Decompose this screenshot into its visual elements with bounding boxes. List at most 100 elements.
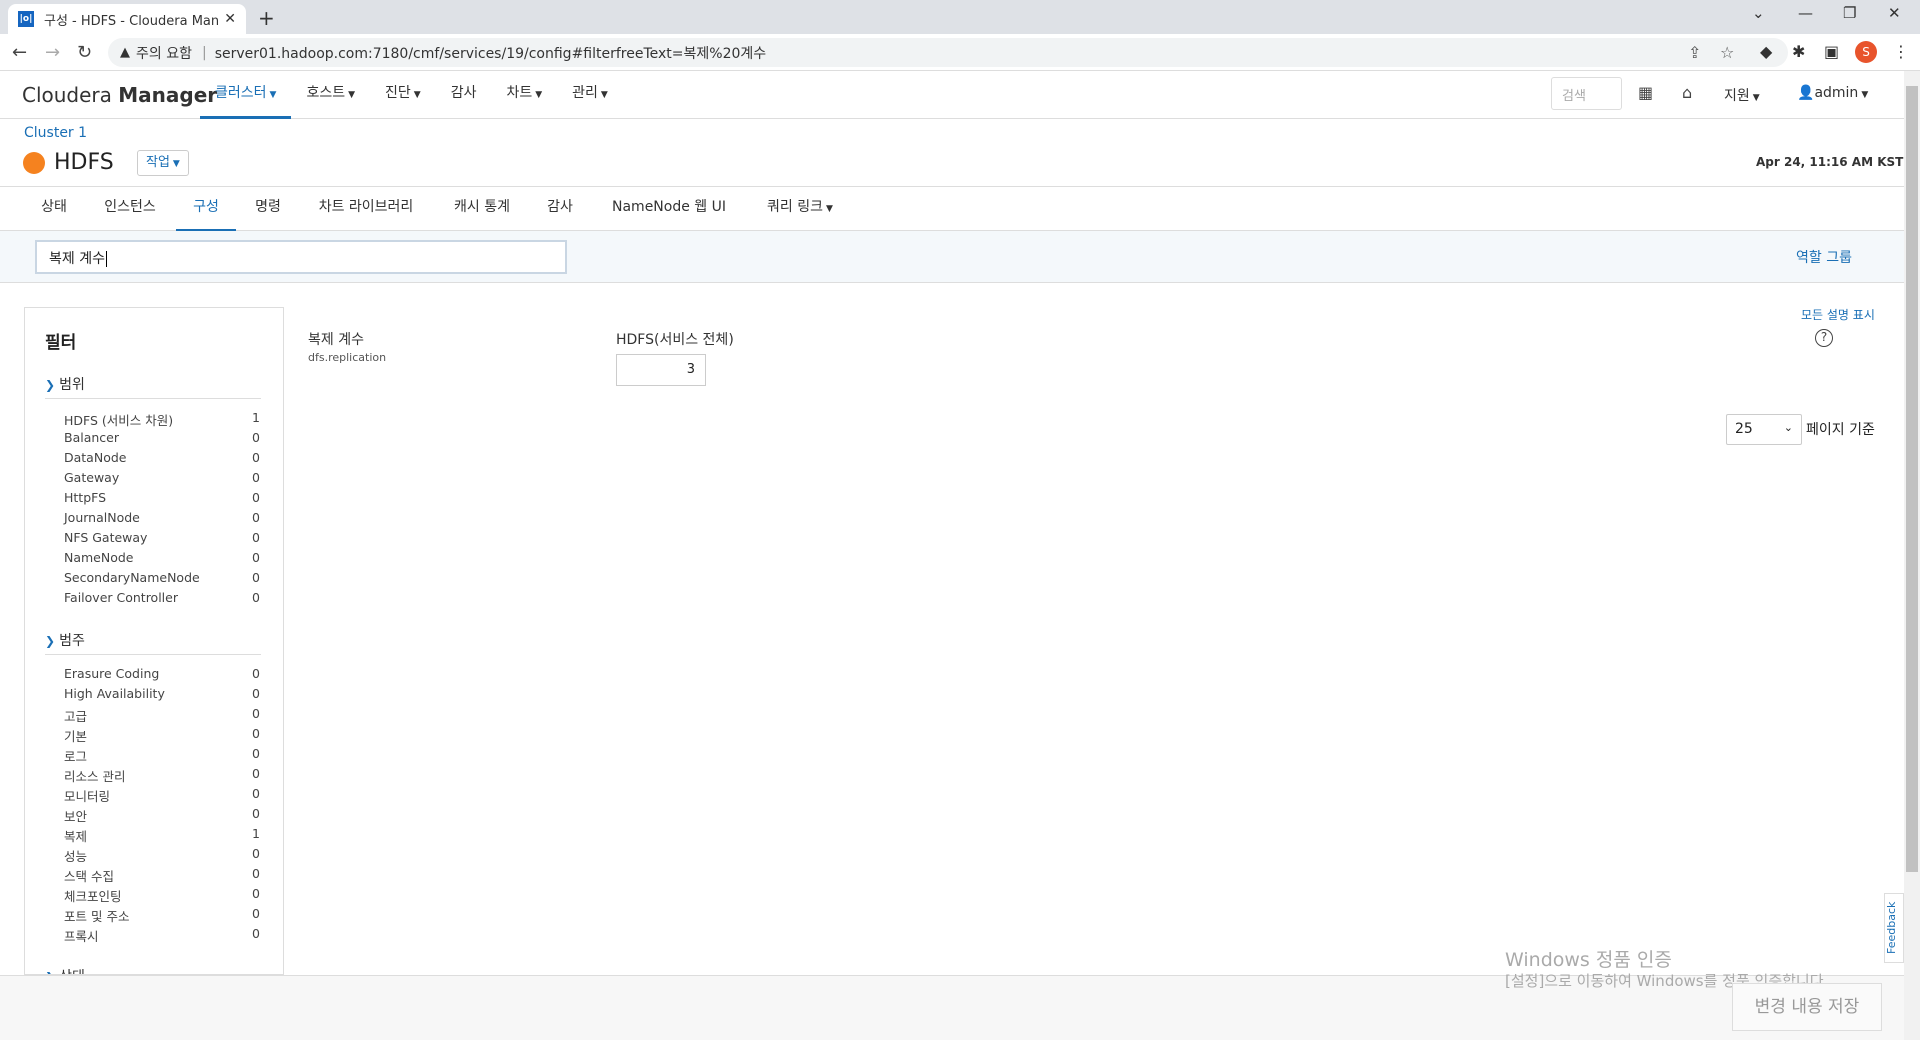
extension-icon[interactable]: ◆ xyxy=(1760,42,1772,61)
filter-item[interactable]: 고급 0 xyxy=(64,706,260,725)
nav-clusters[interactable]: 클러스터 ▼ xyxy=(200,71,292,119)
filter-item[interactable]: Erasure Coding 0 xyxy=(64,666,260,681)
share-icon[interactable]: ⇪ xyxy=(1688,43,1701,62)
filter-item[interactable]: HttpFS 0 xyxy=(64,490,260,505)
browser-tab[interactable]: |o| 구성 - HDFS - Cloudera Manag ✕ xyxy=(8,4,246,34)
address-bar[interactable]: ▲ 주의 요함 | server01.hadoop.com:7180/cmf/s… xyxy=(108,38,1788,67)
filter-bar: 복제 계수 역할 그룹 xyxy=(0,231,1904,283)
timestamp[interactable]: Apr 24, 11:16 AM KST xyxy=(1756,155,1903,169)
service-tabs: 상태 인스턴스 구성 명령 차트 라이브러리 캐시 통계 감사 NameNode… xyxy=(0,186,1904,255)
feedback-tab[interactable]: Feedback xyxy=(1884,893,1904,963)
filter-item[interactable]: NFS Gateway 0 xyxy=(64,530,260,545)
bookmark-star-icon[interactable]: ☆ xyxy=(1720,43,1734,62)
chevron-down-icon: ❯ xyxy=(45,634,56,648)
cloudera-logo[interactable]: Cloudera Manager xyxy=(22,83,217,107)
back-icon[interactable]: ← xyxy=(12,42,27,63)
security-warning[interactable]: 주의 요함 xyxy=(136,43,192,63)
browser-toolbar: ← → ↻ ▲ 주의 요함 | server01.hadoop.com:7180… xyxy=(0,34,1920,71)
filter-item[interactable]: 보안 0 xyxy=(64,806,260,825)
service-name: HDFS xyxy=(54,150,114,175)
filter-item[interactable]: DataNode 0 xyxy=(64,450,260,465)
tab-cache-stats[interactable]: 캐시 통계 xyxy=(450,187,514,232)
header-search-input[interactable]: 검색 xyxy=(1551,77,1622,110)
filter-group-category[interactable]: ❯ 범주 xyxy=(45,630,261,655)
windows-activation-watermark: Windows 정품 인증 xyxy=(1505,949,1672,971)
filter-item[interactable]: 복제 1 xyxy=(64,826,260,845)
forward-icon[interactable]: → xyxy=(45,42,60,63)
scrollbar-thumb[interactable] xyxy=(1906,86,1918,872)
profile-avatar[interactable]: S xyxy=(1855,41,1877,63)
cloudera-favicon-icon: |o| xyxy=(18,11,34,27)
show-all-descriptions-link[interactable]: 모든 설명 표시 xyxy=(1801,306,1875,323)
tab-chart-library[interactable]: 차트 라이브러리 xyxy=(314,187,418,232)
per-page-select[interactable]: 25 ⌄ xyxy=(1726,414,1802,445)
filter-item[interactable]: HDFS (서비스 차원) 1 xyxy=(64,410,260,429)
filter-item[interactable]: 성능 0 xyxy=(64,846,260,865)
tab-commands[interactable]: 명령 xyxy=(252,187,284,232)
filter-item[interactable]: 프록시 0 xyxy=(64,926,260,945)
nav-charts[interactable]: 차트 ▼ xyxy=(491,71,557,119)
filter-item[interactable]: JournalNode 0 xyxy=(64,510,260,525)
replication-value-input[interactable]: 3 xyxy=(616,354,706,386)
parcel-icon[interactable]: ▦ xyxy=(1638,83,1653,102)
support-menu[interactable]: 지원 ▼ xyxy=(1724,85,1760,105)
config-search-input[interactable]: 복제 계수 xyxy=(35,240,567,274)
tab-audits[interactable]: 감사 xyxy=(544,187,576,232)
nav-hosts[interactable]: 호스트 ▼ xyxy=(291,71,370,119)
maximize-icon[interactable]: ❐ xyxy=(1843,4,1856,22)
filter-item[interactable]: 로그 0 xyxy=(64,746,260,765)
filter-item[interactable]: Failover Controller 0 xyxy=(64,590,260,605)
property-name: 복제 계수 xyxy=(308,332,364,348)
new-tab-icon[interactable]: + xyxy=(258,6,275,30)
cloudera-header: Cloudera Manager 클러스터 ▼ 호스트 ▼ 진단 ▼ 감사 차트 ▼ 관… xyxy=(0,71,1904,119)
warning-icon: ▲ xyxy=(120,45,130,60)
side-panel-icon[interactable]: ▣ xyxy=(1824,42,1839,61)
user-icon: 👤 xyxy=(1797,85,1815,101)
tab-configuration[interactable]: 구성 xyxy=(176,187,236,232)
filter-item[interactable]: SecondaryNameNode 0 xyxy=(64,570,260,585)
reload-icon[interactable]: ↻ xyxy=(77,42,92,63)
user-menu[interactable]: 👤admin ▼ xyxy=(1797,85,1868,101)
filter-item[interactable]: 스택 수집 0 xyxy=(64,866,260,885)
close-window-icon[interactable]: ✕ xyxy=(1888,4,1901,22)
save-changes-button[interactable]: 변경 내용 저장 xyxy=(1732,983,1882,1031)
help-icon[interactable]: ? xyxy=(1815,329,1833,347)
extensions-puzzle-icon[interactable]: ✱ xyxy=(1792,42,1805,61)
running-commands-icon[interactable]: ⌂ xyxy=(1682,83,1692,102)
service-status-icon xyxy=(23,152,45,174)
filter-item[interactable]: Gateway 0 xyxy=(64,470,260,485)
tab-search-icon[interactable]: ⌄ xyxy=(1752,4,1765,22)
filter-item[interactable]: 포트 및 주소 0 xyxy=(64,906,260,925)
url-text[interactable]: server01.hadoop.com:7180/cmf/services/19… xyxy=(215,43,766,63)
filter-group-status[interactable]: ❯상태 xyxy=(45,966,261,974)
browser-menu-icon[interactable]: ⋮ xyxy=(1893,42,1909,61)
tab-instances[interactable]: 인스턴스 xyxy=(98,187,162,232)
browser-tabstrip: |o| 구성 - HDFS - Cloudera Manag ✕ + ⌄ — ❐… xyxy=(0,0,1920,34)
filter-group-scope[interactable]: ❯ 범위 xyxy=(45,374,261,399)
scope-label: HDFS(서비스 전체) xyxy=(616,332,734,348)
breadcrumb-cluster[interactable]: Cluster 1 xyxy=(24,125,87,141)
filter-item[interactable]: 모니터링 0 xyxy=(64,786,260,805)
nav-diagnostics[interactable]: 진단 ▼ xyxy=(370,71,436,119)
tab-status[interactable]: 상태 xyxy=(34,187,74,232)
filter-item[interactable]: NameNode 0 xyxy=(64,550,260,565)
minimize-icon[interactable]: — xyxy=(1798,4,1813,22)
filter-item[interactable]: 리소스 관리 0 xyxy=(64,766,260,785)
chevron-down-icon: ❯ xyxy=(45,378,56,392)
filter-item[interactable]: 기본 0 xyxy=(64,726,260,745)
close-tab-icon[interactable]: ✕ xyxy=(224,11,236,27)
filter-sidebar: 필터 ❯ 범위 HDFS (서비스 차원) 1 Balancer 0 DataNode… xyxy=(24,307,284,975)
actions-button[interactable]: 작업 ▼ xyxy=(137,150,189,176)
nav-audits[interactable]: 감사 xyxy=(436,71,492,119)
nav-administration[interactable]: 관리 ▼ xyxy=(557,71,623,119)
main-nav: 클러스터 ▼ 호스트 ▼ 진단 ▼ 감사 차트 ▼ 관리 ▼ xyxy=(200,71,623,119)
tab-quick-links[interactable]: 쿼리 링크 ▼ xyxy=(762,187,838,232)
tab-namenode-web-ui[interactable]: NameNode 웹 UI ↗ xyxy=(606,187,732,255)
filter-item[interactable]: 체크포인팅 0 xyxy=(64,886,260,905)
role-groups-link[interactable]: 역할 그룹 xyxy=(1796,247,1852,267)
filter-title: 필터 xyxy=(45,333,77,353)
tab-title: 구성 - HDFS - Cloudera Manag xyxy=(44,13,219,29)
filter-item[interactable]: Balancer 0 xyxy=(64,430,260,445)
property-key: dfs.replication xyxy=(308,351,387,364)
filter-item[interactable]: High Availability 0 xyxy=(64,686,260,701)
